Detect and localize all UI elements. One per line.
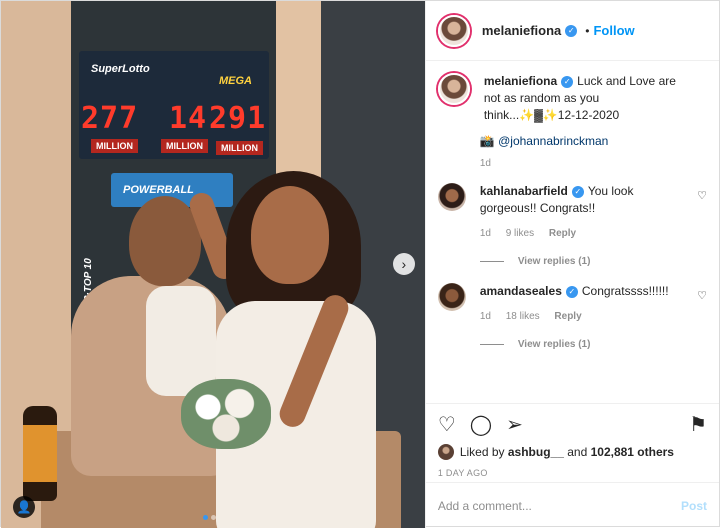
carousel-dot: [211, 515, 216, 520]
comment-item: kahlanabarfield ✓ You look gorgeous!! Cong…: [437, 183, 707, 242]
superlotto-logo: SuperLotto: [91, 63, 150, 75]
comment-text: Congratssss!!!!!!: [581, 284, 669, 298]
comment-likes[interactable]: 9 likes: [506, 228, 534, 239]
reply-button[interactable]: Reply: [549, 228, 576, 239]
share-icon[interactable]: ➢: [506, 413, 523, 437]
liker-avatar: [437, 444, 454, 460]
carousel-dots: [203, 515, 216, 520]
mention-link[interactable]: @johannabrinckman: [498, 134, 608, 148]
jackpot-display-1: 277: [81, 101, 139, 136]
champagne-bottle: [23, 406, 57, 501]
jackpot-display-3: 291: [209, 101, 267, 136]
caption-time: 1d: [479, 158, 491, 169]
mega-logo: MEGA: [219, 75, 252, 87]
follow-button[interactable]: Follow: [593, 23, 634, 38]
verified-badge-icon: ✓: [571, 185, 584, 198]
caption-body: melaniefiona ✓ Luck and Love are not as ra…: [484, 73, 707, 124]
likes-summary: Liked by ashbug__ and 102,881 others: [437, 444, 707, 460]
bride-head: [251, 186, 329, 284]
comment-username[interactable]: kahlanabarfield: [480, 184, 568, 198]
comment-meta: 1d 18 likes Reply: [480, 308, 689, 325]
likes-and: and: [567, 445, 588, 459]
likes-user[interactable]: ashbug__: [508, 445, 564, 459]
reply-button[interactable]: Reply: [554, 311, 581, 322]
comment-username[interactable]: amandaseales: [480, 284, 562, 298]
verified-badge-icon: ✓: [561, 75, 574, 88]
groom-shirt: [146, 286, 216, 396]
likes-others[interactable]: 102,881 others: [591, 445, 674, 459]
verified-badge-icon: ✓: [565, 24, 578, 37]
verified-badge-icon: ✓: [565, 285, 578, 298]
heart-icon[interactable]: ♡: [438, 413, 456, 437]
jackpot-display-2: 14: [169, 101, 208, 136]
view-replies-button[interactable]: View replies (1): [480, 256, 707, 267]
caption: melaniefiona ✓ Luck and Love are not as ra…: [437, 73, 707, 124]
header-username[interactable]: melaniefiona: [482, 23, 561, 38]
likes-prefix: Liked by: [459, 445, 505, 459]
comment-item: amandaseales ✓ Congratssss!!!!!! 1d 18 lik…: [437, 283, 707, 325]
caption-credit: 📸 @johannabrinckman: [480, 134, 707, 148]
comment-body: kahlanabarfield ✓ You look gorgeous!! Cong…: [480, 183, 707, 242]
caption-avatar[interactable]: [437, 73, 470, 105]
million-label-1: MILLION: [91, 139, 138, 153]
bouquet: [181, 379, 271, 449]
million-label-2: MILLION: [161, 139, 208, 153]
powerball-logo: POWERBALL: [123, 184, 194, 196]
view-replies-button[interactable]: View replies (1): [480, 339, 707, 350]
comment-body: amandaseales ✓ Congratssss!!!!!! 1d 18 lik…: [480, 283, 707, 325]
user-tag-icon[interactable]: 👤: [13, 496, 35, 518]
comment-time: 1d: [479, 228, 491, 239]
post-time: 1 DAY AGO: [437, 468, 488, 478]
action-icons: ♡ ◯ ➢ ⚑: [438, 410, 707, 440]
camera-icon: 📸: [479, 134, 495, 148]
heart-icon[interactable]: ♡: [697, 289, 707, 302]
comment-time: 1d: [479, 311, 491, 322]
comment-icon[interactable]: ◯: [470, 413, 492, 437]
header-separator: •: [585, 23, 590, 38]
million-label-3: MILLION: [216, 141, 263, 155]
comment-input[interactable]: [437, 498, 681, 513]
comment-meta: 1d 9 likes Reply: [480, 225, 689, 242]
carousel-dot-active: [203, 515, 208, 520]
bookmark-icon[interactable]: ⚑: [689, 413, 707, 437]
avatar[interactable]: [437, 14, 470, 47]
post-header: melaniefiona ✓ • Follow: [425, 1, 719, 61]
caption-username[interactable]: melaniefiona: [484, 74, 557, 88]
heart-icon[interactable]: ♡: [697, 189, 707, 202]
chevron-right-icon[interactable]: ›: [392, 253, 415, 275]
post-comment-button[interactable]: Post: [681, 499, 707, 513]
comment-avatar[interactable]: [437, 283, 466, 311]
action-bar: ♡ ◯ ➢ ⚑ Liked by ashbug__ and 102,881 ot…: [425, 403, 719, 482]
post-photo[interactable]: SuperLotto MEGA 277 14 291 MILLION MILLI…: [1, 1, 425, 528]
instagram-post: SuperLotto MEGA 277 14 291 MILLION MILLI…: [0, 0, 720, 528]
comment-likes[interactable]: 18 likes: [506, 311, 540, 322]
post-sidebar: melaniefiona ✓ • Follow melaniefiona ✓ Luc…: [424, 1, 719, 528]
add-comment-bar: Post: [425, 482, 719, 528]
comment-avatar[interactable]: [437, 183, 466, 211]
comments-section[interactable]: melaniefiona ✓ Luck and Love are not as ra…: [426, 61, 719, 403]
